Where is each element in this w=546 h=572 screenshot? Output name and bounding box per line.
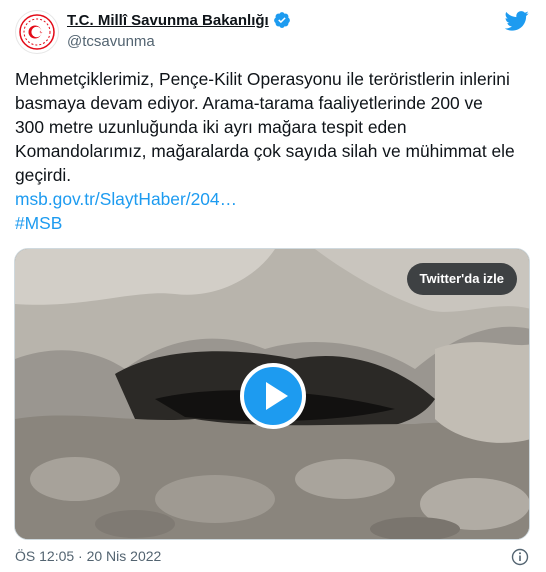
tweet-timestamp[interactable]: ÖS 12:05 · 20 Nis 2022 [15, 548, 161, 564]
tweet-text: Mehmetçiklerimiz, Pençe-Kilit Operasyonu… [15, 67, 515, 235]
turkish-flag-emblem-icon [19, 14, 55, 50]
tweet-body: Mehmetçiklerimiz, Pençe-Kilit Operasyonu… [15, 69, 515, 185]
display-name[interactable]: T.C. Millî Savunma Bakanlığı [67, 12, 269, 29]
tweet-header: T.C. Millî Savunma Bakanlığı @tcsavunma [15, 8, 531, 56]
account-handle[interactable]: @tcsavunma [67, 33, 291, 50]
account-names: T.C. Millî Savunma Bakanlığı @tcsavunma [67, 11, 291, 50]
play-icon [266, 382, 288, 410]
avatar[interactable] [15, 10, 59, 54]
info-icon[interactable] [511, 548, 529, 566]
name-row: T.C. Millî Savunma Bakanlığı [67, 11, 291, 29]
video-preview[interactable]: Twitter'da izle [14, 248, 530, 540]
twitter-bird-icon[interactable] [505, 11, 529, 31]
hashtag-link[interactable]: #MSB [15, 211, 515, 235]
embedded-tweet: T.C. Millî Savunma Bakanlığı @tcsavunma … [0, 0, 546, 572]
tweet-footer: ÖS 12:05 · 20 Nis 2022 [15, 548, 531, 568]
play-button[interactable] [240, 363, 306, 429]
verified-badge-icon [273, 12, 290, 28]
tweet-link[interactable]: msb.gov.tr/SlaytHaber/204… [15, 187, 515, 211]
watch-on-twitter-button[interactable]: Twitter'da izle [406, 263, 517, 295]
